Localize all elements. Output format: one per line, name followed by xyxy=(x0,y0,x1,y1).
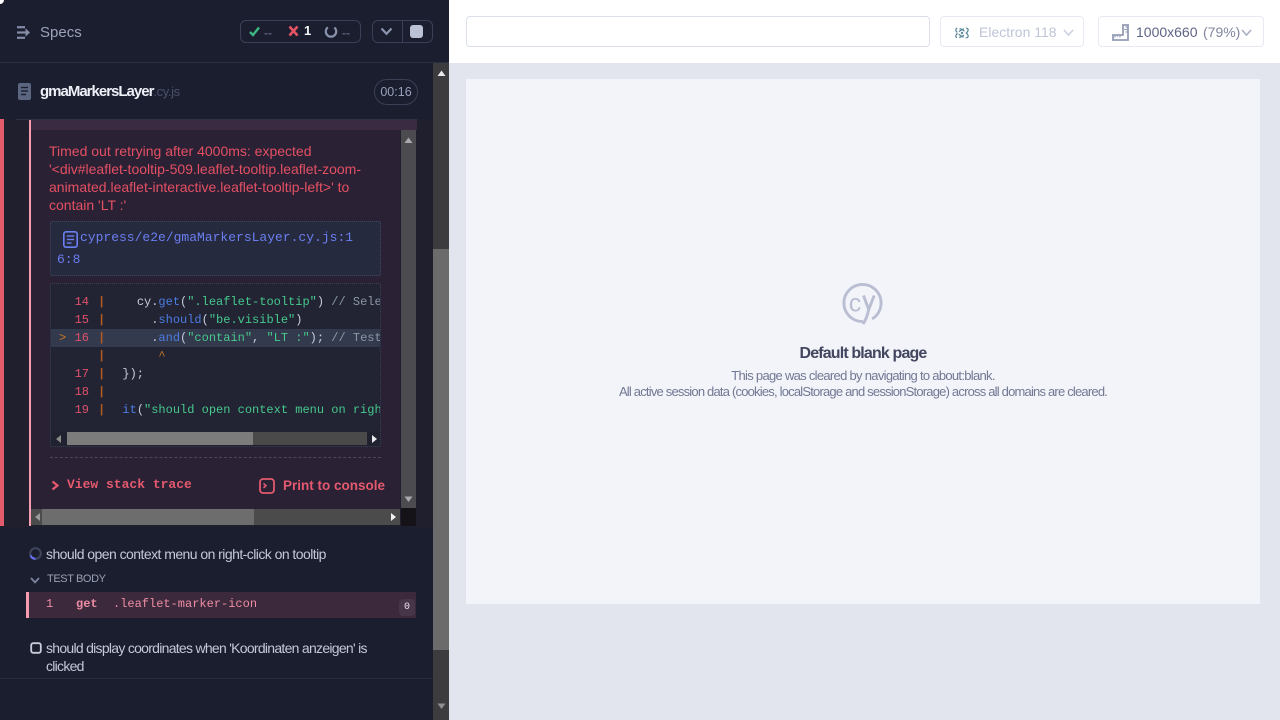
svg-text:c: c xyxy=(849,290,862,318)
